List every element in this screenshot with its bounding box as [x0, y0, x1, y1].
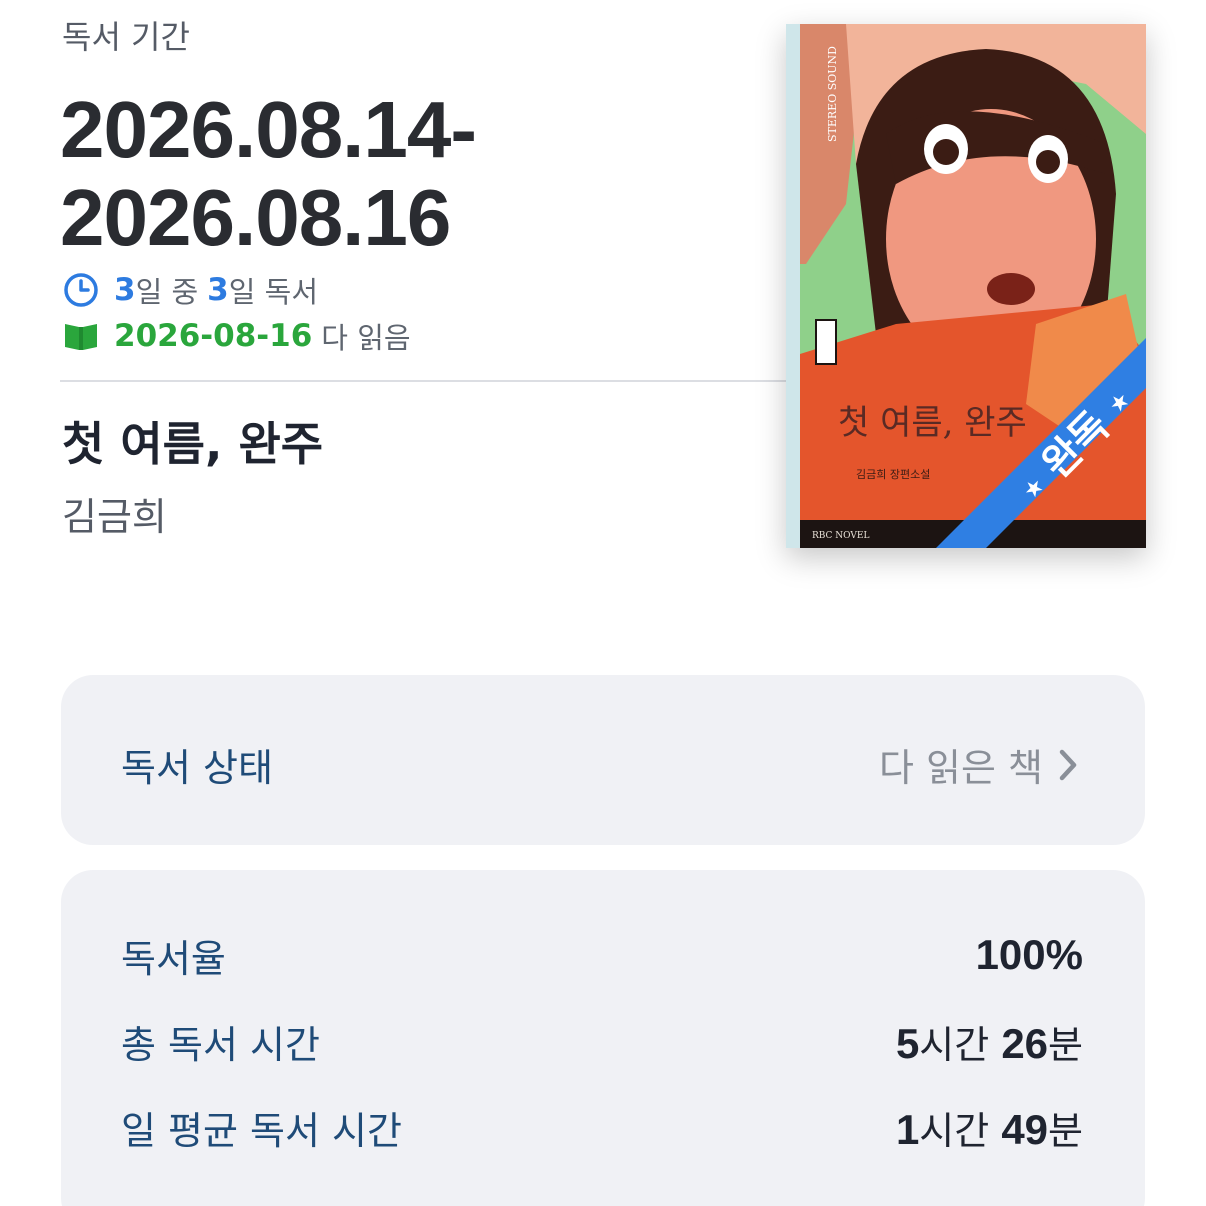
days-mid-text: 일 중	[135, 275, 199, 309]
reading-status-card[interactable]: 독서 상태 다 읽은 책	[61, 675, 1145, 845]
reading-status-value-text: 다 읽은 책	[879, 746, 1043, 790]
stat-minutes-unit: 분	[1048, 1022, 1083, 1067]
stat-row-reading-rate: 독서율 100%	[121, 930, 1083, 981]
stat-hours: 1	[895, 1105, 920, 1153]
book-title: 첫 여름, 완주	[62, 417, 324, 471]
stat-minutes: 26	[1001, 1019, 1049, 1067]
stat-minutes: 49	[1001, 1105, 1049, 1153]
clock-icon	[62, 271, 100, 309]
stat-hours: 5	[895, 1019, 920, 1067]
days-suffix-text: 일 독서	[228, 275, 319, 309]
stat-value: 1시간 49분	[896, 1100, 1083, 1155]
book-cover-illustration: STEREO SOUND 첫 여름, 완주 김금희 장편소설 RBC NOVEL	[786, 24, 1146, 548]
cover-subtitle: 김금희 장편소설	[856, 468, 930, 481]
reading-status-label: 독서 상태	[121, 746, 273, 790]
finished-suffix: 다 읽음	[321, 321, 411, 355]
days-total-count: 3	[207, 272, 229, 308]
cover-title: 첫 여름, 완주	[838, 403, 1027, 443]
stat-label: 총 독서 시간	[121, 1022, 320, 1067]
stat-minutes-unit: 분	[1048, 1108, 1083, 1153]
stat-row-daily-average: 일 평균 독서 시간 1시간 49분	[121, 1100, 1083, 1155]
book-cover[interactable]: STEREO SOUND 첫 여름, 완주 김금희 장편소설 RBC NOVEL	[786, 24, 1146, 548]
days-read-row: 3 일 중 3 일 독서	[62, 270, 318, 310]
stat-label: 일 평균 독서 시간	[121, 1108, 402, 1153]
stat-value: 100%	[976, 931, 1083, 979]
period-end: 2026.08.16	[60, 173, 451, 262]
period-start: 2026.08.14-	[60, 85, 477, 174]
reading-status-value[interactable]: 다 읽은 책	[879, 737, 1079, 792]
book-open-icon	[62, 317, 100, 355]
book-author: 김금희	[62, 495, 167, 539]
reading-stats-card: 독서율 100% 총 독서 시간 5시간 26분 일 평균 독서 시간 1시간 …	[61, 870, 1145, 1206]
finished-row: 2026-08-16 다 읽음	[62, 316, 411, 356]
stat-row-total-time: 총 독서 시간 5시간 26분	[121, 1014, 1083, 1069]
reading-record-page: 독서 기간 2026.08.14- 2026.08.16 3 일 중 3 일 독…	[0, 0, 1206, 1206]
star-icon: ★	[1104, 387, 1136, 420]
svg-text:STEREO SOUND: STEREO SOUND	[826, 46, 839, 142]
days-read-count: 3	[114, 272, 136, 308]
cover-publisher: RBC NOVEL	[812, 531, 869, 541]
stat-hours-unit: 시간	[919, 1022, 990, 1067]
reading-period: 2026.08.14- 2026.08.16	[60, 85, 477, 262]
finished-date: 2026-08-16	[114, 318, 313, 354]
chevron-right-icon	[1057, 748, 1079, 782]
stat-value-number: 100%	[975, 931, 1083, 978]
star-icon: ★	[1018, 473, 1051, 505]
divider	[60, 380, 800, 382]
stat-value: 5시간 26분	[896, 1014, 1083, 1069]
stat-hours-unit: 시간	[919, 1108, 990, 1153]
reading-period-label: 독서 기간	[62, 18, 190, 56]
stat-label: 독서율	[121, 936, 226, 981]
